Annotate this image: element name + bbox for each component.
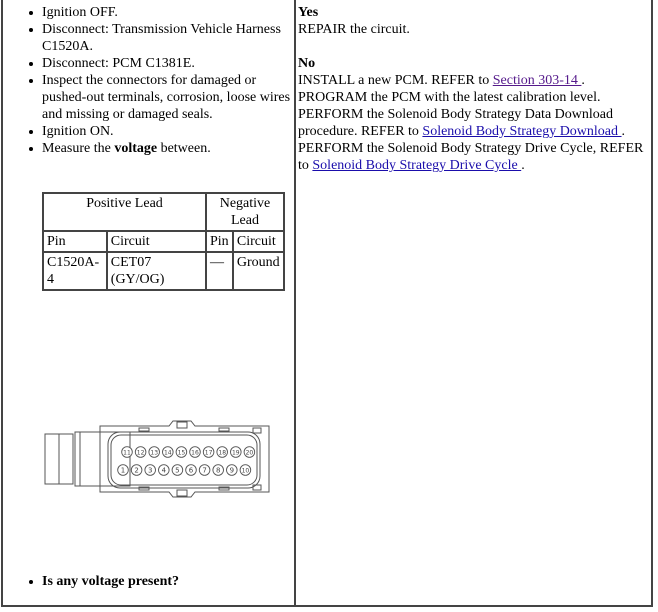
- column-divider: [294, 0, 296, 607]
- solenoid-body-strategy-download-link[interactable]: Solenoid Body Strategy Download: [422, 124, 621, 139]
- harness-block: [44, 433, 60, 485]
- harness-block: [58, 433, 74, 485]
- pin-label: 17: [205, 450, 213, 457]
- no-action: PERFORM the Solenoid Body Strategy Drive…: [298, 140, 648, 174]
- column-header: Circuit: [105, 230, 208, 253]
- pin-label: 12: [137, 450, 145, 457]
- pin-label: 18: [218, 450, 226, 457]
- pin-label: 6: [189, 467, 194, 475]
- pin-label: 2: [134, 467, 138, 475]
- table-row: C1520A-4 CET07 (GY/OG) — Ground: [42, 251, 286, 291]
- step-text: Measure the: [42, 141, 115, 156]
- pin-label: 3: [148, 467, 152, 475]
- no-label: No: [298, 56, 316, 71]
- pin-row-top: 11 12 13 14 15 16 17 18 19 20: [121, 446, 256, 458]
- pin-row-bottom: 1 2 3 4 5 6 7 8 9 10: [117, 464, 252, 476]
- yes-action: REPAIR the circuit.: [298, 22, 410, 37]
- pin-label: 20: [246, 450, 254, 457]
- step-item: Ignition ON.: [29, 123, 291, 140]
- action-text: .: [621, 124, 626, 139]
- circuit-cell: Ground: [231, 251, 286, 291]
- pin-label: 15: [178, 450, 186, 457]
- step-list: Ignition OFF. Disconnect: Transmission V…: [29, 4, 291, 157]
- column-header: Pin: [42, 230, 108, 253]
- step-item: Disconnect: Transmission Vehicle Harness…: [29, 21, 291, 55]
- pin-cell: C1520A-4: [42, 251, 108, 291]
- pin-label: 13: [150, 450, 158, 457]
- pin-label: 5: [175, 467, 179, 475]
- action-text: INSTALL a new PCM. REFER to: [298, 73, 493, 88]
- step-item: Measure the voltage between.: [29, 140, 291, 157]
- no-action: PERFORM the Solenoid Body Strategy Data …: [298, 106, 648, 140]
- measurement-table: Positive Lead Negative Lead Pin Circuit …: [42, 192, 286, 291]
- pin-label: 9: [230, 467, 234, 475]
- action-text: .: [521, 158, 525, 173]
- negative-lead-header: Negative Lead: [205, 192, 285, 232]
- connector-diagram: 11 12 13 14 15 16 17 18 19 20 1 2 3 4 5 6 7 8 9 10: [44, 420, 270, 498]
- step-item: Inspect the connectors for damaged or pu…: [29, 72, 291, 123]
- solenoid-body-strategy-drive-cycle-link[interactable]: Solenoid Body Strategy Drive Cycle: [312, 158, 521, 173]
- section-303-14-link[interactable]: Section 303-14: [493, 73, 582, 88]
- column-header: Circuit: [231, 230, 286, 253]
- step-item: Disconnect: PCM C1381E.: [29, 55, 291, 72]
- step-emphasis: voltage: [114, 141, 158, 156]
- column-header: Pin: [205, 230, 234, 253]
- no-action: PROGRAM the PCM with the latest calibrat…: [298, 90, 601, 105]
- pin-label: 7: [202, 467, 206, 475]
- circuit-cell: CET07 (GY/OG): [105, 251, 208, 291]
- pin-label: 4: [162, 467, 167, 475]
- pin-label: 10: [242, 468, 250, 475]
- pin-label: 1: [121, 467, 125, 475]
- positive-lead-header: Positive Lead: [42, 192, 207, 232]
- step-item: Ignition OFF.: [29, 4, 291, 21]
- test-question: Is any voltage present?: [29, 573, 179, 590]
- action-text: .: [581, 73, 585, 88]
- test-step-column: Ignition OFF. Disconnect: Transmission V…: [3, 0, 294, 605]
- yes-label: Yes: [298, 5, 319, 20]
- pin-label: 16: [191, 450, 199, 457]
- pin-label: 11: [123, 450, 131, 457]
- step-text: between.: [157, 141, 211, 156]
- pin-label: 14: [164, 450, 172, 457]
- pin-label: 8: [216, 467, 220, 475]
- pin-label: 19: [232, 450, 240, 457]
- no-action: INSTALL a new PCM. REFER to Section 303-…: [298, 72, 648, 89]
- pin-cell: —: [205, 251, 234, 291]
- result-column: Yes REPAIR the circuit. No INSTALL a new…: [298, 4, 648, 174]
